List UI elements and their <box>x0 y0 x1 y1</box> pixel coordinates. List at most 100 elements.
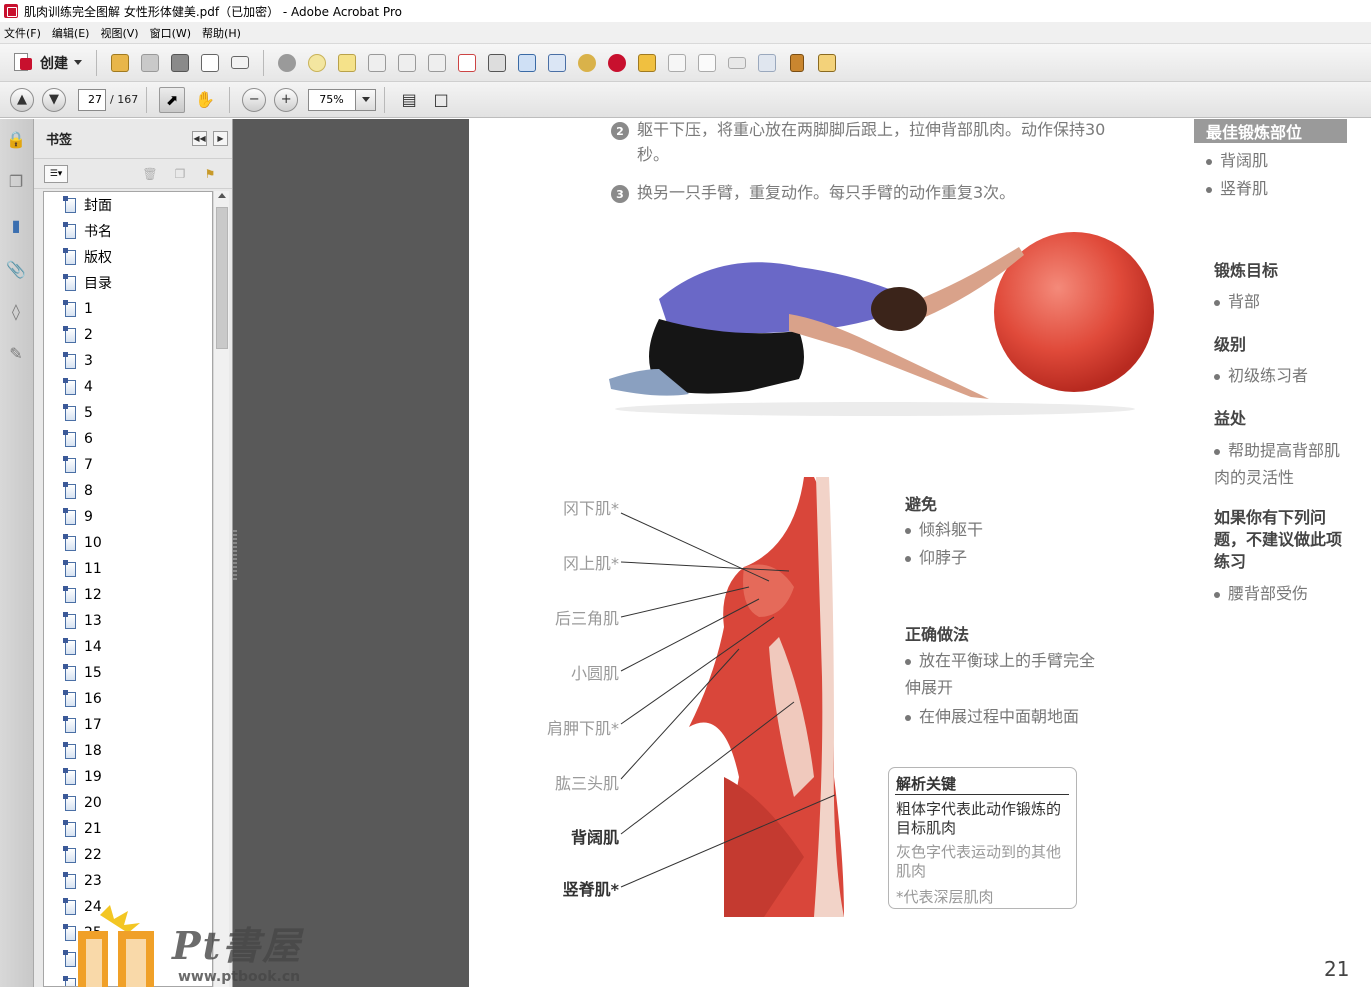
bookmark-item[interactable]: 6 <box>44 426 212 452</box>
menu-help[interactable]: 帮助(H) <box>198 25 248 41</box>
bookmark-item[interactable]: 13 <box>44 608 212 634</box>
bookmark-item[interactable]: 12 <box>44 582 212 608</box>
bookmark-item[interactable]: 版权 <box>44 244 212 270</box>
bookmarks-button[interactable]: ▮ <box>5 213 27 237</box>
zoom-level-input[interactable]: 75% <box>308 88 357 111</box>
layers-button[interactable]: ◊ <box>5 299 27 323</box>
unlink-button[interactable] <box>604 50 630 76</box>
avoid-item-1: 倾斜躯干 <box>905 516 983 543</box>
bookmark-item[interactable]: 3 <box>44 348 212 374</box>
bookmark-item[interactable]: 2 <box>44 322 212 348</box>
settings-button[interactable] <box>274 50 300 76</box>
acrobat-window: 肌肉训练完全图解 女性形体健美.pdf（已加密） - Adobe Acrobat… <box>0 0 1371 987</box>
menu-view[interactable]: 视图(V) <box>96 25 145 41</box>
review-button[interactable] <box>634 50 660 76</box>
blank-page-button[interactable] <box>694 50 720 76</box>
stamp-button[interactable] <box>754 50 780 76</box>
bookmark-item[interactable]: 21 <box>44 816 212 842</box>
zoom-out-button[interactable]: − <box>242 87 267 112</box>
bookmark-item[interactable]: 10 <box>44 530 212 556</box>
bookmark-item[interactable]: 14 <box>44 634 212 660</box>
delete-page-button[interactable] <box>364 50 390 76</box>
security-lock-button[interactable]: 🔒 <box>5 127 27 151</box>
tag-bookmark-button[interactable]: ⚑ <box>202 166 218 182</box>
bookmark-item[interactable]: 目录 <box>44 270 212 296</box>
bookmark-item[interactable]: 4 <box>44 374 212 400</box>
book-button[interactable] <box>784 50 810 76</box>
bookmark-item[interactable]: 5 <box>44 400 212 426</box>
muscle-label-triceps: 肱三头肌 <box>554 774 619 793</box>
bookmark-item[interactable]: 书名 <box>44 218 212 244</box>
hand-tool-button[interactable]: ✋ <box>192 87 218 113</box>
bookmark-scrollbar[interactable] <box>213 191 229 987</box>
comment-button[interactable] <box>304 50 330 76</box>
save-button[interactable] <box>137 50 163 76</box>
bookmark-icon <box>63 221 76 239</box>
bookmark-item[interactable]: 1 <box>44 296 212 322</box>
fit-page-button[interactable]: □ <box>428 87 454 113</box>
bookmark-item[interactable]: 15 <box>44 660 212 686</box>
sign-icon <box>548 53 566 72</box>
delete-bookmark-button[interactable]: 🗑 <box>142 166 158 182</box>
menu-window[interactable]: 窗口(W) <box>146 25 198 41</box>
bookmark-item[interactable]: 16 <box>44 686 212 712</box>
correct-item-1: 放在平衡球上的手臂完全伸展开 <box>905 647 1105 701</box>
edit-document-icon <box>201 53 219 72</box>
menu-edit[interactable]: 编辑(E) <box>48 25 97 41</box>
scroll-up-icon[interactable] <box>218 193 226 198</box>
rotate-page-button[interactable] <box>424 50 450 76</box>
combine-button[interactable] <box>514 50 540 76</box>
zoom-dropdown-button[interactable] <box>356 88 377 111</box>
panel-splitter[interactable] <box>233 530 237 580</box>
bookmark-item[interactable]: 19 <box>44 764 212 790</box>
fit-width-button[interactable]: ▤ <box>396 87 422 113</box>
bookmark-tag-icon: ⚑ <box>204 167 216 181</box>
signatures-button[interactable]: ✎ <box>5 341 27 365</box>
extract-page-button[interactable] <box>394 50 420 76</box>
scroll-thumb[interactable] <box>216 207 228 349</box>
edit-document-button[interactable] <box>197 50 223 76</box>
page-thumbnails-button[interactable]: ❐ <box>5 169 27 193</box>
new-bookmark-button[interactable]: ❐ <box>172 166 188 182</box>
attachments-button[interactable]: 📎 <box>5 257 27 281</box>
minus-icon: − <box>248 92 260 107</box>
toolbar-separator <box>263 49 264 76</box>
menu-file[interactable]: 文件(F) <box>0 25 48 41</box>
link-button[interactable] <box>574 50 600 76</box>
bookmark-item[interactable]: 17 <box>44 712 212 738</box>
open-folder-button[interactable] <box>107 50 133 76</box>
select-tool-button[interactable]: ⬈ <box>159 86 186 113</box>
zoom-in-button[interactable]: + <box>274 87 299 112</box>
previous-page-button[interactable]: ▲ <box>10 87 34 112</box>
key-title: 解析关键 <box>896 775 957 793</box>
export-button[interactable] <box>484 50 510 76</box>
form-button[interactable] <box>454 50 480 76</box>
page-thumb-button[interactable] <box>664 50 690 76</box>
bookmark-item[interactable]: 23 <box>44 868 212 894</box>
signature-icon: ✎ <box>9 343 23 363</box>
bookmark-item[interactable]: 7 <box>44 452 212 478</box>
bookmark-options-button[interactable]: ☰▾ <box>44 164 68 183</box>
highlight-button[interactable] <box>334 50 360 76</box>
sign-button[interactable] <box>544 50 570 76</box>
next-page-button[interactable]: ▼ <box>42 87 66 112</box>
bookmark-item[interactable]: 20 <box>44 790 212 816</box>
bookmark-item[interactable]: 18 <box>44 738 212 764</box>
scanner-button[interactable] <box>724 50 750 76</box>
bookmark-item[interactable]: 9 <box>44 504 212 530</box>
bookmark-icon <box>63 819 76 837</box>
email-button[interactable] <box>227 50 253 76</box>
collapse-panel-button[interactable]: ◀◀ <box>192 131 207 146</box>
fit-width-icon: ▤ <box>401 90 417 109</box>
clipboard-button[interactable] <box>814 50 840 76</box>
bullet-icon <box>1206 158 1212 165</box>
print-button[interactable] <box>167 50 193 76</box>
panel-right-button[interactable]: ▶ <box>213 131 228 146</box>
page-number-input[interactable]: 27 <box>78 88 106 111</box>
page-number: 21 <box>1324 957 1350 981</box>
create-button[interactable]: 创建 <box>6 49 88 77</box>
bookmark-item[interactable]: 22 <box>44 842 212 868</box>
bookmark-item[interactable]: 封面 <box>44 192 212 218</box>
bookmark-item[interactable]: 8 <box>44 478 212 504</box>
bookmark-item[interactable]: 11 <box>44 556 212 582</box>
